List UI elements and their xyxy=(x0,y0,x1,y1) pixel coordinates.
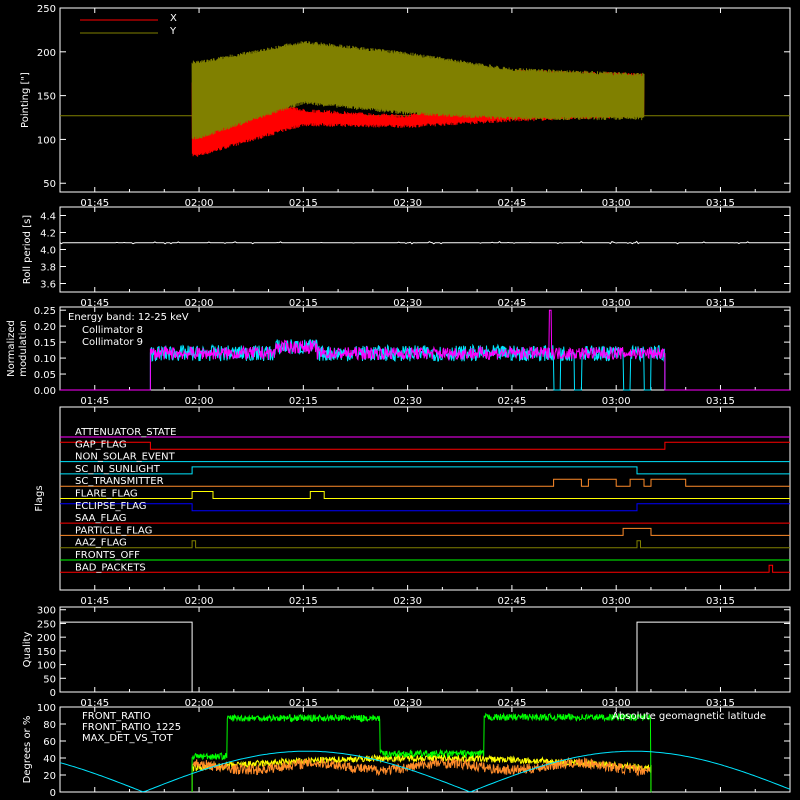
pointing-ylabel: Pointing ["] xyxy=(20,72,31,128)
modulation-xtick-label: 02:15 xyxy=(289,396,318,407)
flag-label: AAZ_FLAG xyxy=(75,538,127,549)
roll-ytick-label: 4.4 xyxy=(40,212,56,223)
flags-ylabel: Flags xyxy=(34,485,45,511)
flag-line-bad-packets xyxy=(60,564,790,573)
flag-line-aaz-flag xyxy=(60,540,790,549)
flag-label: ECLIPSE_FLAG xyxy=(75,501,146,512)
modulation-ylabel: Normalized xyxy=(6,320,17,377)
modulation-ytick-label: 0.05 xyxy=(34,370,56,381)
modulation-legend-label: Collimator 9 xyxy=(82,337,143,348)
ratios-ytick-label: 20 xyxy=(43,771,56,782)
flags-xtick-label: 02:15 xyxy=(289,596,318,607)
flag-line-particle-flag xyxy=(60,527,790,536)
ratios-ytick-label: 40 xyxy=(43,754,56,765)
flag-line-gap-flag xyxy=(60,441,790,450)
flag-label: BAD_PACKETS xyxy=(75,562,146,573)
modulation-xtick-label: 01:45 xyxy=(80,396,109,407)
modulation-ytick-label: 0.00 xyxy=(34,386,56,397)
modulation-legend-label: Collimator 8 xyxy=(82,325,143,336)
roll-ytick-label: 4.2 xyxy=(40,229,56,240)
pointing-ytick-label: 250 xyxy=(37,4,56,15)
quality-ytick-label: 100 xyxy=(37,661,56,672)
flag-label: NON_SOLAR_EVENT xyxy=(75,452,176,463)
flag-label: GAP_FLAG xyxy=(75,439,127,450)
modulation-xtick-label: 02:30 xyxy=(393,396,422,407)
ratios-legend-label: Absolute geomagnetic latitude xyxy=(612,711,766,722)
ratios-legend-label: FRONT_RATIO xyxy=(82,711,151,722)
flags-xtick-label: 03:00 xyxy=(602,596,631,607)
modulation-ylabel: modulation xyxy=(18,320,29,377)
roll-ytick-label: 3.8 xyxy=(40,263,56,274)
flag-label: SAA_FLAG xyxy=(75,513,126,524)
ratios-ytick-label: 60 xyxy=(43,737,56,748)
modulation-ytick-label: 0.15 xyxy=(34,338,56,349)
quality-ylabel: Quality xyxy=(22,632,33,668)
pointing-ytick-label: 200 xyxy=(37,48,56,59)
quality-line xyxy=(60,621,790,693)
roll-frame xyxy=(59,206,791,293)
flags-xtick-label: 02:30 xyxy=(393,596,422,607)
modulation-xtick-label: 03:00 xyxy=(602,396,631,407)
quality-ytick-label: 250 xyxy=(37,619,56,630)
modulation-xtick-label: 03:15 xyxy=(706,396,735,407)
pointing-ytick-label: 150 xyxy=(37,92,56,103)
roll-period-line xyxy=(59,240,790,245)
ratios-ytick-label: 80 xyxy=(43,720,56,731)
modulation-ytick-label: 0.20 xyxy=(34,322,56,333)
flag-label: SC_TRANSMITTER xyxy=(75,476,164,487)
flag-label: ATTENUATOR_STATE xyxy=(75,427,176,438)
modulation-ytick-label: 0.10 xyxy=(34,354,56,365)
pointing-ytick-label: 100 xyxy=(37,135,56,146)
ratios-legend-label: FRONT_RATIO_1225 xyxy=(82,722,181,733)
flag-line-eclipse-flag xyxy=(60,503,790,512)
ratios-legend-label: MAX_DET_VS_TOT xyxy=(82,733,174,744)
flags-xtick-label: 02:45 xyxy=(497,596,526,607)
ratios-series-front-ratio-1225 xyxy=(191,712,652,793)
flag-line-sc-in-sunlight xyxy=(60,466,790,475)
roll-ytick-label: 4.0 xyxy=(40,246,56,257)
quality-ytick-label: 200 xyxy=(37,633,56,644)
quality-frame xyxy=(59,606,791,693)
pointing-legend-label: Y xyxy=(169,26,177,37)
flags-xtick-label: 01:45 xyxy=(80,596,109,607)
flag-label: FLARE_FLAG xyxy=(75,489,138,500)
multi-panel-plot: 01:45 02:00 02:15 02:30 02:45 03:00 03:15 50 100… xyxy=(6,4,791,799)
quality-ytick-label: 300 xyxy=(37,606,56,617)
roll-ylabel: Roll period [s] xyxy=(22,215,33,284)
ratios-ytick-label: 100 xyxy=(37,703,56,714)
quality-ytick-label: 150 xyxy=(37,647,56,658)
quality-ytick-label: 50 xyxy=(43,674,56,685)
flags-xtick-label: 02:00 xyxy=(185,596,214,607)
modulation-xtick-label: 02:45 xyxy=(497,396,526,407)
flag-line-flare-flag xyxy=(60,491,790,499)
flags-xtick-label: 03:15 xyxy=(706,596,735,607)
modulation-xtick-label: 02:00 xyxy=(185,396,214,407)
modulation-energy-band: Energy band: 12-25 keV xyxy=(68,312,189,323)
chart-figure: 01:45 02:00 02:15 02:30 02:45 03:00 03:15 50 100… xyxy=(0,0,800,800)
modulation-ytick-label: 0.25 xyxy=(34,306,56,317)
modulation-series-8 xyxy=(60,338,790,391)
pointing-ytick-label: 50 xyxy=(43,179,56,190)
roll-ytick-label: 3.6 xyxy=(40,280,56,291)
quality-ytick-label: 0 xyxy=(50,688,56,699)
flag-label: PARTICLE_FLAG xyxy=(75,525,152,536)
ratios-ylabel: Degrees or % xyxy=(22,716,33,784)
pointing-legend-label: X xyxy=(170,13,177,24)
flag-label: FRONTS_OFF xyxy=(75,550,140,561)
ratios-ytick-label: 0 xyxy=(50,788,56,799)
flag-label: SC_IN_SUNLIGHT xyxy=(75,464,161,475)
flag-line-sc-transmitter xyxy=(60,478,790,487)
